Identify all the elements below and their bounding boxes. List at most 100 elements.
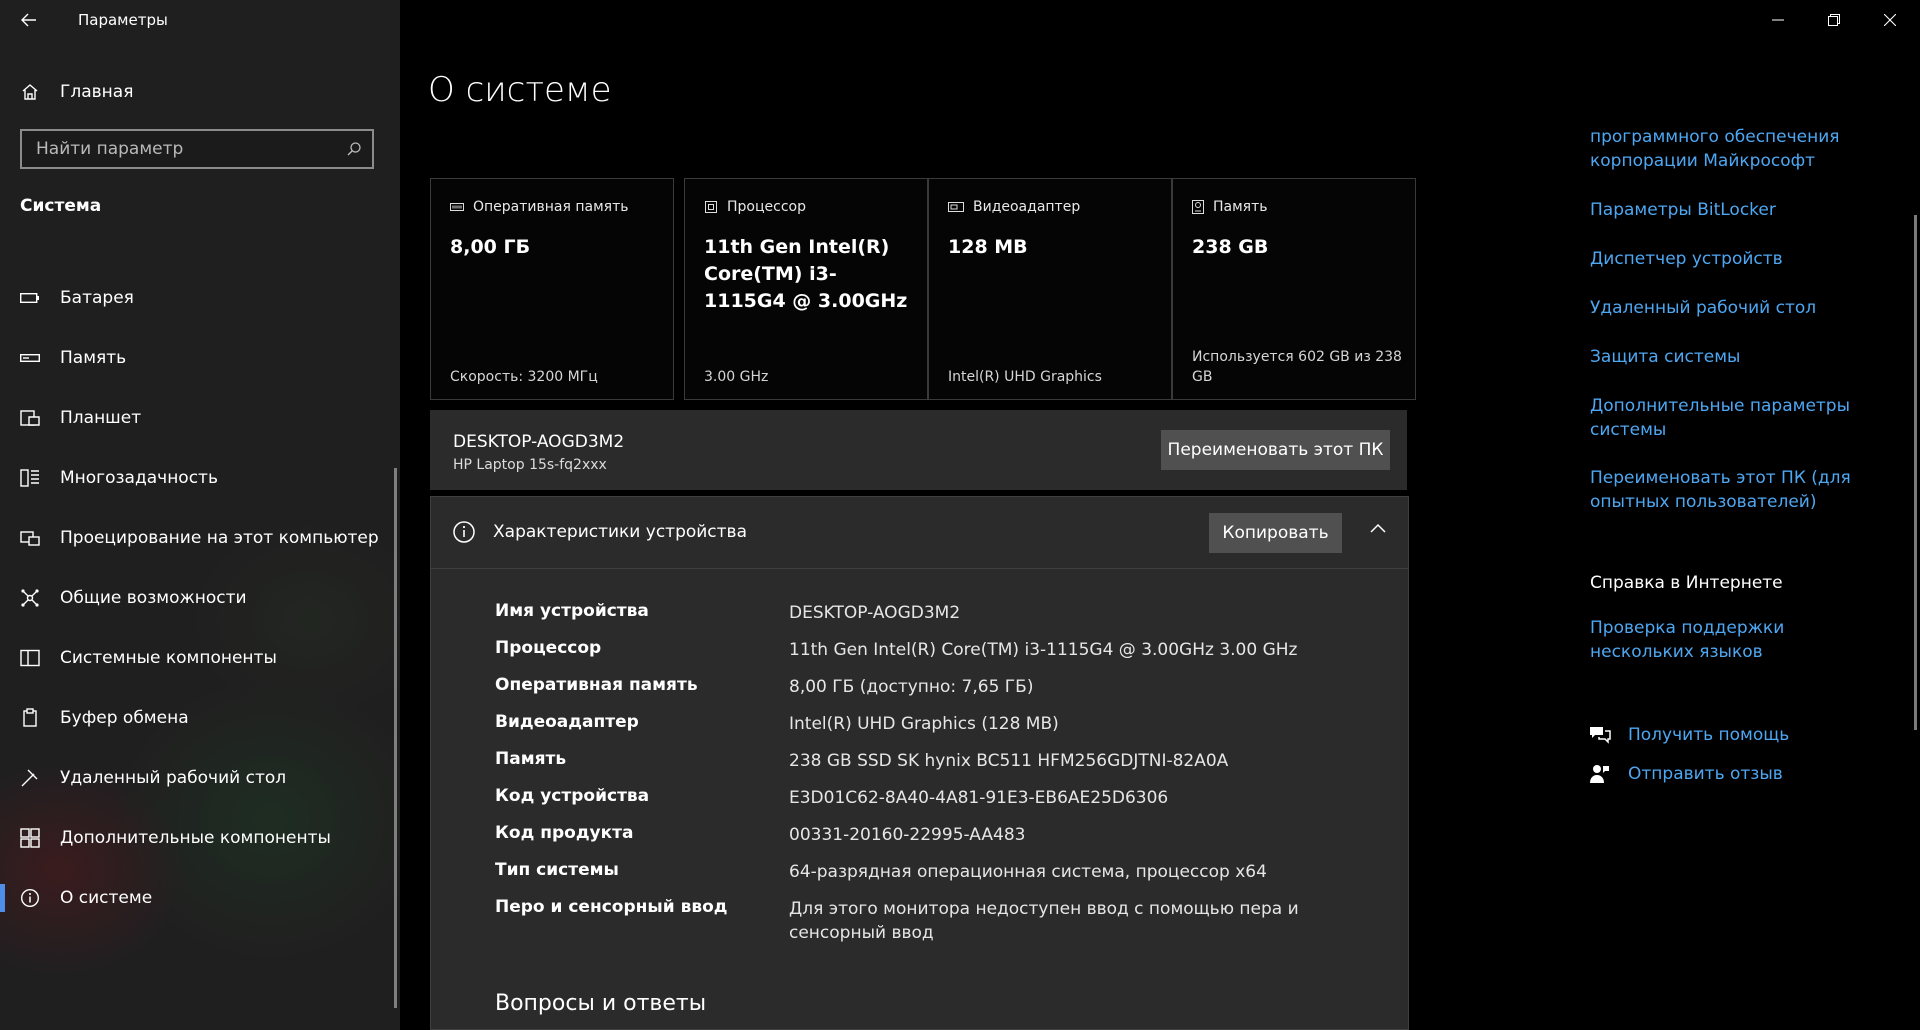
restore-button[interactable] bbox=[1806, 0, 1862, 40]
card-cpu-label: Процессор bbox=[727, 199, 806, 215]
info-icon bbox=[452, 520, 476, 544]
spec-value: 00331-20160-22995-AA483 bbox=[789, 825, 1026, 845]
link-advanced-system-settings[interactable]: Дополнительные параметры системы bbox=[1590, 394, 1890, 442]
link-language-support[interactable]: Проверка поддержки нескольких языков bbox=[1590, 616, 1890, 664]
spec-key: Имя устройства bbox=[495, 601, 649, 621]
sidebar-item-10[interactable]: Дополнительные компоненты bbox=[0, 810, 400, 866]
search-placeholder: Найти параметр bbox=[36, 139, 184, 159]
sidebar-item-1[interactable]: Батарея bbox=[0, 270, 400, 326]
card-ram-label: Оперативная память bbox=[473, 199, 629, 215]
sidebar-item-label: Проецирование на этот компьютер bbox=[60, 528, 379, 548]
sidebar-item-label: Память bbox=[60, 348, 127, 368]
spec-key: Тип системы bbox=[495, 860, 619, 880]
sidebar-item-label: Системные компоненты bbox=[60, 648, 277, 668]
send-feedback-label: Отправить отзыв bbox=[1628, 764, 1783, 784]
disk-icon bbox=[1192, 200, 1204, 214]
nav-home-label: Главная bbox=[60, 82, 134, 102]
page-title: О системе bbox=[428, 70, 612, 110]
card-storage: Память 238 GB Используется 602 GB из 238… bbox=[1172, 178, 1416, 400]
card-gpu-detail: Intel(R) UHD Graphics bbox=[948, 369, 1102, 385]
gpu-icon bbox=[948, 201, 964, 213]
sidebar-item-2[interactable]: Память bbox=[0, 330, 400, 386]
sidebar-item-label: Многозадачность bbox=[60, 468, 218, 488]
card-cpu-value: 11th Gen Intel(R) Core(TM) i3-1115G4 @ 3… bbox=[704, 236, 908, 312]
spec-key: Код продукта bbox=[495, 823, 634, 843]
sidebar-item-11[interactable]: О системе bbox=[0, 870, 400, 926]
back-arrow-icon bbox=[21, 13, 36, 27]
main-scrollbar[interactable] bbox=[1914, 215, 1917, 730]
link-bitlocker[interactable]: Параметры BitLocker bbox=[1590, 198, 1890, 222]
back-button[interactable] bbox=[0, 0, 58, 40]
spec-value: 8,00 ГБ (доступно: 7,65 ГБ) bbox=[789, 677, 1034, 697]
card-gpu-value: 128 MB bbox=[948, 236, 1028, 258]
device-model: HP Laptop 15s-fq2xxx bbox=[453, 457, 607, 473]
shared-experiences-icon bbox=[0, 588, 60, 608]
feedback-icon bbox=[1588, 763, 1628, 785]
sidebar-item-label: Планшет bbox=[60, 408, 142, 428]
card-gpu: Видеоадаптер 128 MB Intel(R) UHD Graphic… bbox=[928, 178, 1172, 400]
section-title: Система bbox=[20, 196, 102, 216]
faq-heading: Вопросы и ответы bbox=[495, 991, 707, 1016]
remote-desktop-icon bbox=[0, 768, 60, 788]
search-icon[interactable] bbox=[346, 141, 362, 157]
sidebar-item-5[interactable]: Проецирование на этот компьютер bbox=[0, 510, 400, 566]
info-icon bbox=[0, 888, 60, 908]
nav-home[interactable]: Главная bbox=[0, 64, 400, 120]
device-name: DESKTOP-AOGD3M2 bbox=[453, 432, 625, 452]
close-button[interactable] bbox=[1862, 0, 1918, 40]
title-bar: Параметры bbox=[0, 0, 400, 40]
search-input[interactable]: Найти параметр bbox=[20, 129, 374, 169]
sidebar-item-6[interactable]: Общие возможности bbox=[0, 570, 400, 626]
tablet-icon bbox=[0, 408, 60, 428]
chevron-up-icon[interactable] bbox=[1370, 523, 1386, 533]
link-device-manager[interactable]: Диспетчер устройств bbox=[1590, 247, 1890, 271]
copy-button[interactable]: Копировать bbox=[1209, 513, 1342, 553]
spec-value: E3D01C62-8A40-4A81-91E3-EB6AE25D6306 bbox=[789, 788, 1169, 808]
minimize-icon bbox=[1772, 19, 1784, 21]
minimize-button[interactable] bbox=[1750, 0, 1806, 40]
card-storage-label: Память bbox=[1213, 199, 1268, 215]
spec-key: Перо и сенсорный ввод bbox=[495, 897, 728, 917]
get-help-link[interactable]: Получить помощь bbox=[1588, 724, 1789, 746]
spec-key: Оперативная память bbox=[495, 675, 698, 695]
spec-key: Процессор bbox=[495, 638, 602, 658]
sidebar-item-label: Удаленный рабочий стол bbox=[60, 768, 287, 788]
battery-icon bbox=[0, 292, 60, 304]
app-title: Параметры bbox=[78, 11, 168, 29]
clipboard-icon bbox=[0, 708, 60, 728]
link-system-protection[interactable]: Защита системы bbox=[1590, 345, 1890, 369]
restore-icon bbox=[1828, 14, 1840, 26]
card-cpu: Процессор 11th Gen Intel(R) Core(TM) i3-… bbox=[684, 178, 928, 400]
link-remote-desktop[interactable]: Удаленный рабочий стол bbox=[1590, 296, 1890, 320]
card-cpu-detail: 3.00 GHz bbox=[704, 369, 769, 385]
sidebar-item-label: Батарея bbox=[60, 288, 134, 308]
sidebar-item-7[interactable]: Системные компоненты bbox=[0, 630, 400, 686]
link-rename-pc-advanced[interactable]: Переименовать этот ПК (для опытных польз… bbox=[1590, 466, 1890, 514]
card-storage-value: 238 GB bbox=[1192, 236, 1269, 258]
link-microsoft-software[interactable]: программного обеспечения корпорации Майк… bbox=[1590, 125, 1890, 173]
cpu-icon bbox=[704, 200, 718, 214]
send-feedback-link[interactable]: Отправить отзыв bbox=[1588, 763, 1783, 785]
sidebar-item-4[interactable]: Многозадачность bbox=[0, 450, 400, 506]
card-ram-value: 8,00 ГБ bbox=[450, 236, 531, 258]
spec-value: 238 GB SSD SK hynix BC511 HFM256GDJTNI-8… bbox=[789, 751, 1229, 771]
sidebar-item-label: Общие возможности bbox=[60, 588, 247, 608]
sidebar-item-3[interactable]: Планшет bbox=[0, 390, 400, 446]
device-specs-header[interactable]: Характеристики устройства Копировать bbox=[431, 497, 1408, 569]
spec-value: 64-разрядная операционная система, проце… bbox=[789, 862, 1267, 882]
spec-value: DESKTOP-AOGD3M2 bbox=[789, 603, 961, 623]
home-icon bbox=[0, 82, 60, 102]
sidebar-item-label: О системе bbox=[60, 888, 153, 908]
get-help-label: Получить помощь bbox=[1628, 725, 1790, 745]
projecting-icon bbox=[0, 528, 60, 548]
spec-key: Память bbox=[495, 749, 567, 769]
sidebar-item-8[interactable]: Буфер обмена bbox=[0, 690, 400, 746]
sidebar-item-9[interactable]: Удаленный рабочий стол bbox=[0, 750, 400, 806]
sidebar-scrollbar[interactable] bbox=[394, 468, 397, 1008]
optional-features-icon bbox=[0, 828, 60, 848]
rename-pc-button[interactable]: Переименовать этот ПК bbox=[1161, 430, 1390, 470]
card-ram: Оперативная память 8,00 ГБ Скорость: 320… bbox=[430, 178, 674, 400]
spec-value: Intel(R) UHD Graphics (128 MB) bbox=[789, 714, 1059, 734]
web-help-heading: Справка в Интернете bbox=[1590, 573, 1783, 593]
device-specs-panel: Характеристики устройства Копировать Имя… bbox=[430, 496, 1409, 1030]
